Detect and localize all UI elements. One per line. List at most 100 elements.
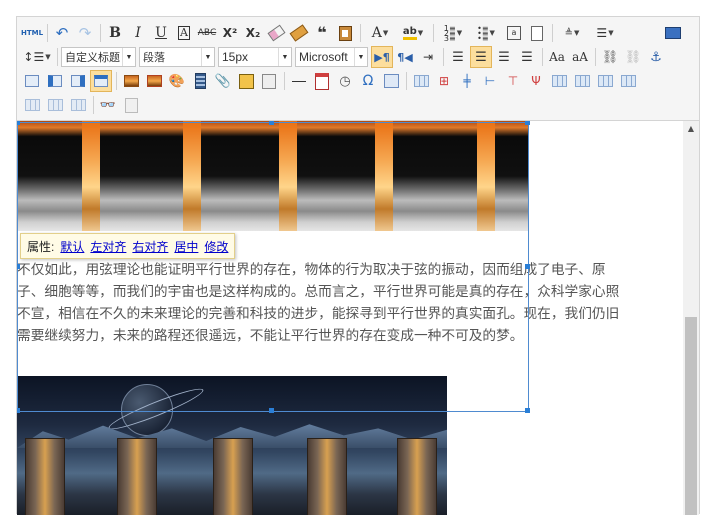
popup-link-align-left[interactable]: 左对齐 <box>90 238 126 255</box>
custom-style-select[interactable]: 自定义标题 ▼ <box>61 47 136 67</box>
resize-handle-top-right[interactable] <box>525 121 530 125</box>
emotion-button[interactable]: 🎨 <box>166 70 188 92</box>
paste-plain-button[interactable] <box>334 22 356 44</box>
resize-handle-bottom-right[interactable] <box>525 408 530 413</box>
attachment-button[interactable]: 📎 <box>212 70 234 92</box>
line-height-button[interactable]: ↕☰ ▼ <box>21 46 53 68</box>
scrawl-button[interactable] <box>189 70 211 92</box>
date-button[interactable] <box>311 70 333 92</box>
delete-row-button[interactable]: Ψ <box>525 70 547 92</box>
bold-icon: B <box>109 25 121 41</box>
justify-justify-button[interactable]: ☰ <box>516 46 538 68</box>
unlink-button[interactable]: ⛓ <box>622 46 644 68</box>
split-to-cols-button[interactable] <box>21 94 43 116</box>
anchor-button[interactable]: ⚓ <box>645 46 667 68</box>
underline-button[interactable]: U <box>150 22 172 44</box>
superscript-button[interactable]: X² <box>219 22 241 44</box>
popup-link-edit[interactable]: 修改 <box>204 238 228 255</box>
row-spacing-top-button[interactable]: ≜ ▼ <box>556 22 588 44</box>
resize-handle-middle-right[interactable] <box>525 264 530 269</box>
image-center-button[interactable] <box>90 70 112 92</box>
search-replace-button[interactable]: 👓 <box>97 94 119 116</box>
insert-frame-button[interactable] <box>235 70 257 92</box>
eraser-icon <box>266 24 286 42</box>
resize-handle-middle-left[interactable] <box>17 264 20 269</box>
resize-handle-top-left[interactable] <box>17 121 20 125</box>
image-none-button[interactable] <box>21 70 43 92</box>
font-family-select[interactable]: Microsoft ▼ <box>295 47 368 67</box>
content-image-1[interactable] <box>17 121 529 231</box>
delete-col-button[interactable] <box>548 70 570 92</box>
font-size-select[interactable]: 15px ▼ <box>218 47 292 67</box>
direction-ltr-button[interactable]: ▶¶ <box>371 46 393 68</box>
images-icon <box>146 75 162 87</box>
insert-image-button[interactable] <box>143 70 165 92</box>
remove-format-button[interactable] <box>265 22 287 44</box>
image-stripe <box>183 121 201 231</box>
monitor-icon <box>665 27 681 39</box>
html-source-button[interactable]: HTML <box>21 22 43 44</box>
resize-handle-bottom-middle[interactable] <box>269 408 274 413</box>
blockquote-button[interactable]: ❝ <box>311 22 333 44</box>
ordered-list-button[interactable]: 1≡ 2≡ 3≡ ▼ <box>437 22 469 44</box>
justify-center-button[interactable]: ☰ <box>470 46 492 68</box>
popup-link-center[interactable]: 居中 <box>174 238 198 255</box>
italic-button[interactable]: I <box>127 22 149 44</box>
to-lowercase-button[interactable]: aA <box>569 46 591 68</box>
content-image-2[interactable] <box>17 376 447 515</box>
preview-button[interactable] <box>662 22 684 44</box>
justify-left-button[interactable]: ☰ <box>447 46 469 68</box>
image-doorway <box>25 438 65 515</box>
redo-button[interactable]: ↷ <box>74 22 96 44</box>
delete-table-button[interactable] <box>67 94 89 116</box>
insert-row-button[interactable]: ⊞ <box>433 70 455 92</box>
insert-col-button[interactable]: ╪ <box>456 70 478 92</box>
wordimage-button[interactable] <box>380 70 402 92</box>
chevron-down-icon: ▼ <box>354 48 367 66</box>
fore-color-button[interactable]: A ▼ <box>364 22 396 44</box>
editor-content-area[interactable]: 不仅如此，用弦理论也能证明平行世界的存在，物体的行为取决于弦的振动，因而组成了电… <box>17 121 683 515</box>
align-center-icon: ☰ <box>475 49 487 65</box>
image-left-button[interactable] <box>44 70 66 92</box>
unordered-list-button[interactable]: •≡ •≡ •≡ ▼ <box>470 22 502 44</box>
split-to-rows-button[interactable] <box>594 70 616 92</box>
back-color-button[interactable]: ab ▼ <box>397 22 429 44</box>
indent-button[interactable]: ⇥ <box>417 46 439 68</box>
link-button[interactable]: ⛓ <box>599 46 621 68</box>
merge-right-button[interactable]: ⊢ <box>479 70 501 92</box>
horizontal-rule-button[interactable] <box>288 70 310 92</box>
split-to-cells-button[interactable] <box>571 70 593 92</box>
table-properties-button[interactable] <box>617 70 639 92</box>
undo-button[interactable]: ↶ <box>51 22 73 44</box>
insert-code-button[interactable] <box>258 70 280 92</box>
time-button[interactable]: ◷ <box>334 70 356 92</box>
popup-link-default[interactable]: 默认 <box>60 238 84 255</box>
spechars-button[interactable]: Ω <box>357 70 379 92</box>
scroll-up-arrow-icon[interactable]: ▲ <box>683 123 699 135</box>
popup-link-align-right[interactable]: 右对齐 <box>132 238 168 255</box>
font-border-button[interactable]: A <box>173 22 195 44</box>
scrollbar-thumb[interactable] <box>685 317 697 515</box>
strikethrough-icon: ABC <box>197 28 217 38</box>
insert-paragraph-before-table-button[interactable] <box>44 94 66 116</box>
select-all-button[interactable]: a <box>503 22 525 44</box>
template-button[interactable] <box>120 94 142 116</box>
bold-button[interactable]: B <box>104 22 126 44</box>
simple-upload-button[interactable] <box>120 70 142 92</box>
insert-table-button[interactable] <box>410 70 432 92</box>
resize-handle-bottom-left[interactable] <box>17 408 20 413</box>
format-match-button[interactable] <box>288 22 310 44</box>
chevron-down-icon: ▼ <box>574 29 580 37</box>
row-spacing-bottom-button[interactable]: ☰ ▼ <box>589 22 621 44</box>
subscript-button[interactable]: X₂ <box>242 22 264 44</box>
paragraph-select[interactable]: 段落 ▼ <box>139 47 215 67</box>
vertical-scrollbar[interactable]: ▲ <box>683 121 699 515</box>
clear-doc-button[interactable] <box>526 22 548 44</box>
justify-right-button[interactable]: ☰ <box>493 46 515 68</box>
direction-rtl-button[interactable]: ¶◀ <box>394 46 416 68</box>
to-uppercase-button[interactable]: Aa <box>546 46 568 68</box>
strikethrough-button[interactable]: ABC <box>196 22 218 44</box>
image-right-button[interactable] <box>67 70 89 92</box>
merge-down-button[interactable]: ⊤ <box>502 70 524 92</box>
resize-handle-top-middle[interactable] <box>269 121 274 125</box>
